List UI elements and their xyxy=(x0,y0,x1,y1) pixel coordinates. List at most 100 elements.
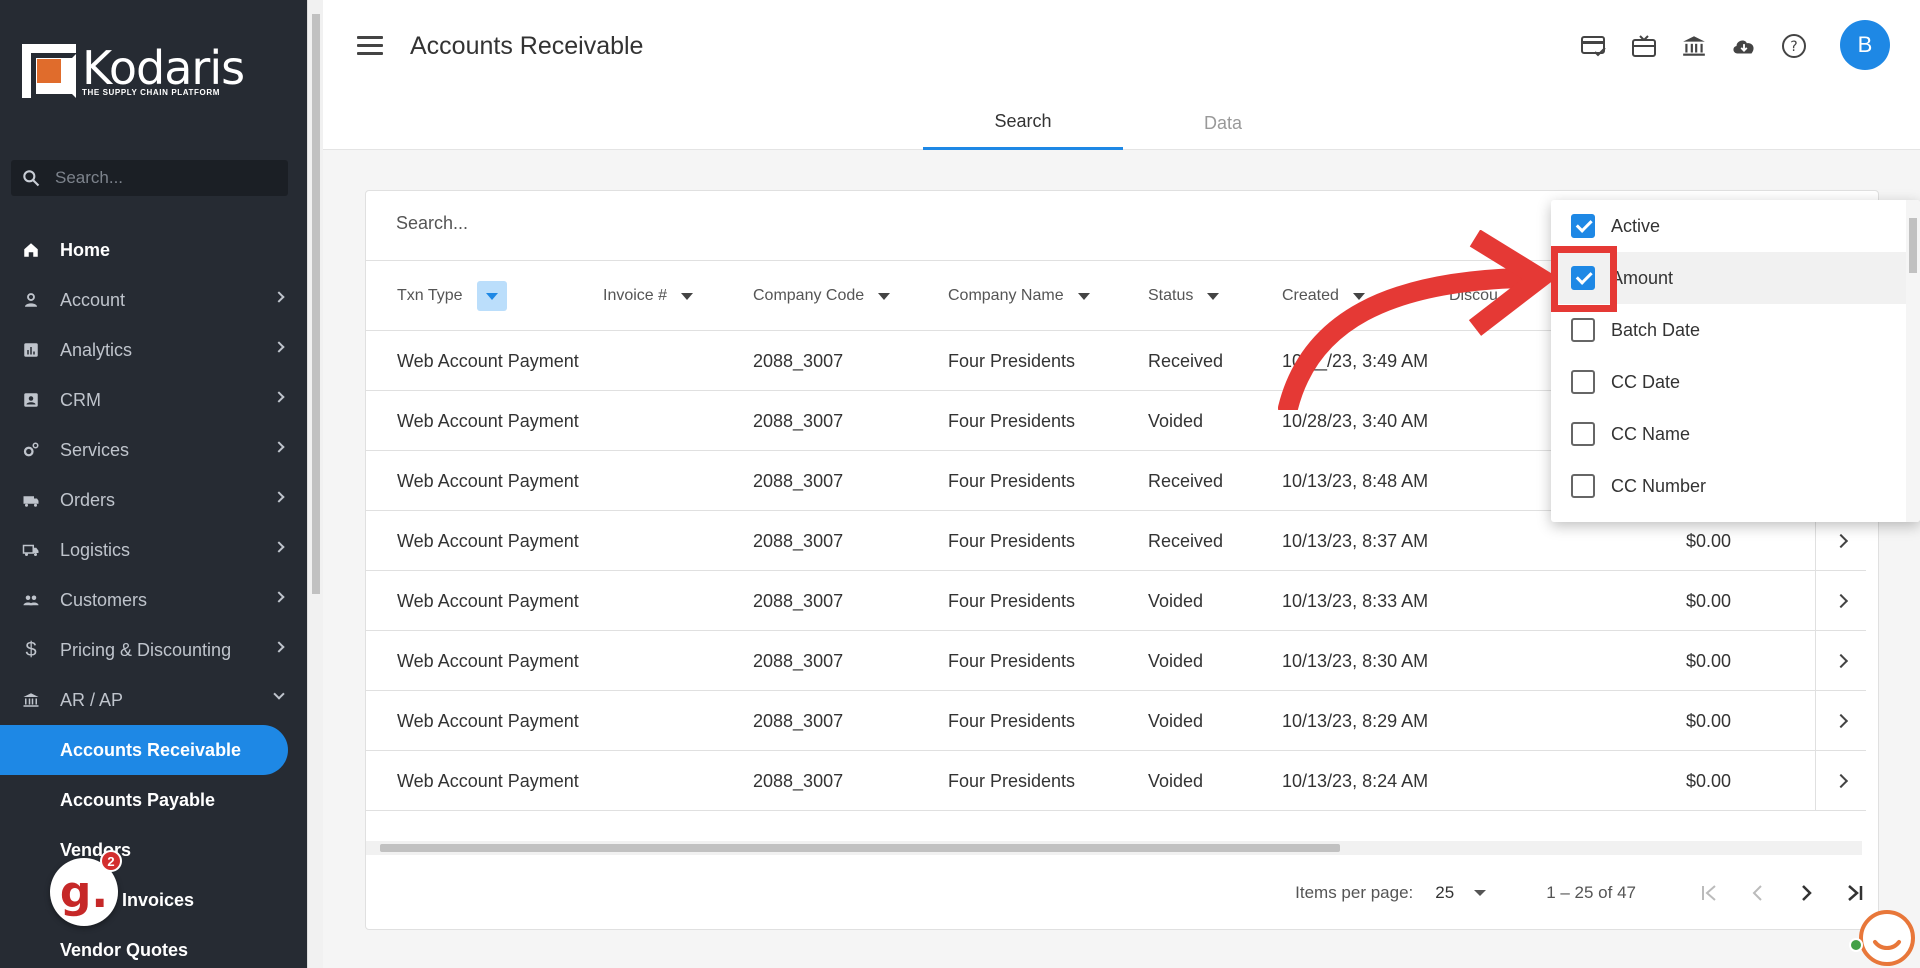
sidebar-item-label: Orders xyxy=(60,489,116,510)
column-header-invoice[interactable]: Invoice # xyxy=(603,261,694,331)
cell-company-code: 2088_3007 xyxy=(753,410,844,431)
cell-company-name: Four Presidents xyxy=(948,470,1076,491)
checkbox-unchecked-icon[interactable] xyxy=(1571,422,1595,446)
row-open-chevron-icon[interactable] xyxy=(1814,631,1866,691)
cell-txn-type: Web Account Payment xyxy=(397,710,579,731)
cell-status: Received xyxy=(1148,470,1224,491)
row-open-chevron-icon[interactable] xyxy=(1814,751,1866,811)
sidebar-item-analytics[interactable]: Analytics xyxy=(0,325,307,375)
items-per-page-select[interactable]: 25 xyxy=(1435,883,1487,903)
bank-icon[interactable] xyxy=(1680,32,1708,60)
column-chooser-scrollbar[interactable] xyxy=(1906,200,1920,522)
column-header-label: Invoice # xyxy=(603,287,668,304)
gift-card-icon[interactable] xyxy=(1630,32,1658,60)
sidebar-search-input[interactable] xyxy=(55,168,255,188)
cell-company-name: Four Presidents xyxy=(948,710,1076,731)
tab-search[interactable]: Search xyxy=(923,96,1123,150)
cell-company-code: 2088_3007 xyxy=(753,350,844,371)
column-header-company-code[interactable]: Company Code xyxy=(753,261,891,331)
table-row[interactable]: Web Account Payment 2088_3007 Four Presi… xyxy=(366,571,1866,631)
dropdown-arrow-icon[interactable] xyxy=(681,292,694,300)
crm-icon xyxy=(22,391,40,409)
grid-search-input[interactable] xyxy=(396,213,1296,234)
grid-horizontal-scrollbar[interactable] xyxy=(366,841,1862,855)
table-row[interactable]: Web Account Payment 2088_3007 Four Presi… xyxy=(366,751,1866,811)
hamburger-menu-icon[interactable] xyxy=(357,36,383,58)
previous-page-icon[interactable] xyxy=(1734,869,1782,917)
sidebar-item-label: Account xyxy=(60,289,126,310)
next-page-icon[interactable] xyxy=(1782,869,1830,917)
brand-tagline: THE SUPPLY CHAIN PLATFORM xyxy=(82,87,220,97)
column-header-status[interactable]: Status xyxy=(1148,261,1220,331)
sidebar-item-customers[interactable]: Customers xyxy=(0,575,307,625)
table-row[interactable]: Web Account Payment 2088_3007 Four Presi… xyxy=(366,691,1866,751)
help-icon[interactable]: ? xyxy=(1780,32,1808,60)
cell-company-code: 2088_3007 xyxy=(753,811,843,832)
sidebar: Kodaris THE SUPPLY CHAIN PLATFORM Home A… xyxy=(0,0,307,968)
filter-dropdown-icon[interactable] xyxy=(476,281,507,311)
sidebar-subitem-invoices[interactable]: Invoices xyxy=(0,875,307,925)
sidebar-subitem-accounts-receivable[interactable]: Accounts Receivable xyxy=(0,725,288,775)
checkbox-unchecked-icon[interactable] xyxy=(1571,474,1595,498)
payment-check-icon[interactable] xyxy=(1580,32,1608,60)
column-option-cc-name[interactable]: CC Name xyxy=(1551,408,1920,460)
chevron-right-icon xyxy=(273,491,285,503)
tab-data[interactable]: Data xyxy=(1123,96,1323,150)
cell-company-code: 2088_3007 xyxy=(753,590,844,611)
cell-txn-type: Web Account Payment xyxy=(397,770,579,791)
account-icon xyxy=(22,291,40,309)
sidebar-nav: Home Account Analytics CRM Services Orde… xyxy=(0,225,307,968)
chevron-right-icon xyxy=(273,391,285,403)
column-header-label: Company Name xyxy=(948,287,1064,304)
sidebar-scrollbar[interactable] xyxy=(307,0,323,968)
cell-created: 10/13/23, 8:37 AM xyxy=(1282,530,1429,551)
cell-created: 10/13/23, 8:05 AM xyxy=(1282,811,1428,832)
kodaris-logo[interactable]: Kodaris THE SUPPLY CHAIN PLATFORM xyxy=(22,40,245,99)
sidebar-item-ar-ap[interactable]: AR / AP xyxy=(0,675,307,725)
sidebar-item-label: AR / AP xyxy=(60,689,124,710)
cell-amount: $0.00 xyxy=(1686,710,1732,731)
home-icon xyxy=(22,241,40,259)
cell-company-code: 2088_3007 xyxy=(753,770,844,791)
dropdown-arrow-icon[interactable] xyxy=(1077,292,1090,300)
column-option-cc-date[interactable]: CC Date xyxy=(1551,356,1920,408)
analytics-icon xyxy=(22,341,40,359)
cell-status: Voided xyxy=(1148,410,1204,431)
column-option-active[interactable]: Active xyxy=(1551,200,1920,252)
column-header-label: Status xyxy=(1148,287,1194,304)
sidebar-subitem-vendors[interactable]: Vendors xyxy=(0,825,307,875)
chevron-right-icon xyxy=(273,441,285,453)
sidebar-item-crm[interactable]: CRM xyxy=(0,375,307,425)
table-row[interactable]: Web Account Payment 2088_3007 Four Presi… xyxy=(366,631,1866,691)
sidebar-subitem-accounts-payable[interactable]: Accounts Payable xyxy=(0,775,307,825)
first-page-icon[interactable] xyxy=(1686,869,1734,917)
column-header-txn-type[interactable]: Txn Type xyxy=(397,261,507,331)
cell-amount: $0.00 xyxy=(1686,590,1732,611)
row-open-chevron-icon[interactable] xyxy=(1814,571,1866,631)
user-avatar[interactable]: B xyxy=(1840,20,1890,70)
sidebar-item-services[interactable]: Services xyxy=(0,425,307,475)
chat-support-icon[interactable] xyxy=(1855,906,1915,966)
dropdown-arrow-icon[interactable] xyxy=(1207,292,1220,300)
sidebar-item-logistics[interactable]: Logistics xyxy=(0,525,307,575)
items-per-page-value: 25 xyxy=(1435,883,1455,902)
dropdown-arrow-icon[interactable] xyxy=(878,292,891,300)
column-option-label: Amount xyxy=(1611,267,1674,288)
sidebar-item-orders[interactable]: Orders xyxy=(0,475,307,525)
cell-created: 10/13/23, 8:48 AM xyxy=(1282,470,1429,491)
sidebar-item-pricing[interactable]: $ Pricing & Discounting xyxy=(0,625,307,675)
sidebar-item-account[interactable]: Account xyxy=(0,275,307,325)
cell-txn-type: Web Account Payment xyxy=(397,350,579,371)
cell-status: Received xyxy=(1148,530,1224,551)
column-option-cc-number[interactable]: CC Number xyxy=(1551,460,1920,512)
services-icon xyxy=(22,441,40,459)
table-row[interactable]: Web Account Payment 2088_3007 Four Presi… xyxy=(366,811,1866,832)
column-option-label: CC Name xyxy=(1611,423,1691,444)
brand-name: Kodaris xyxy=(82,40,245,95)
column-header-company-name[interactable]: Company Name xyxy=(948,261,1090,331)
sidebar-subitem-vendor-quotes[interactable]: Vendor Quotes xyxy=(0,925,307,968)
cloud-download-icon[interactable] xyxy=(1730,32,1758,60)
row-open-chevron-icon[interactable] xyxy=(1814,691,1866,751)
cell-company-name: Four Presidents xyxy=(948,530,1076,551)
sidebar-item-home[interactable]: Home xyxy=(0,225,307,275)
